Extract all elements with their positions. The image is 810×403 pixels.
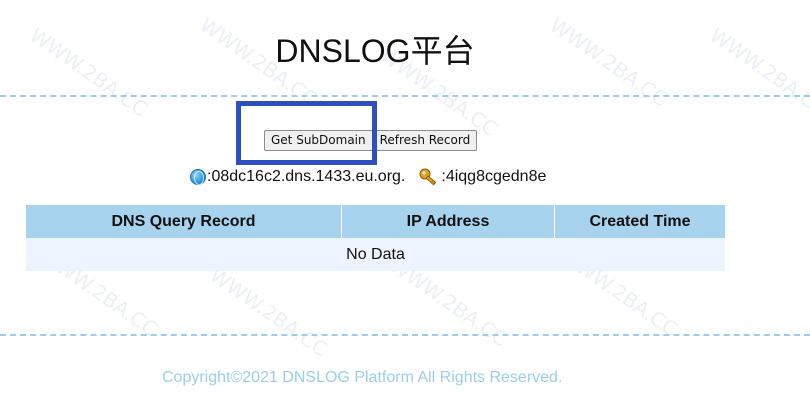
column-dns-query-record: DNS Query Record (26, 205, 342, 238)
watermark: WWW.2BA.CC (205, 262, 332, 362)
globe-icon (190, 169, 206, 185)
page-title: DNSLOG平台 (275, 33, 475, 69)
table-row: No Data (26, 238, 725, 271)
dns-records-table: DNS Query Record IP Address Created Time… (26, 205, 725, 271)
subdomain-info: :08dc16c2.dns.1433.eu.org. :4iqg8cgedn8e (190, 168, 546, 186)
subdomain-value: :08dc16c2.dns.1433.eu.org. (207, 168, 406, 185)
token-value: :4iqg8cgedn8e (441, 168, 547, 185)
refresh-record-button[interactable]: Refresh Record (372, 130, 478, 151)
button-row: Get SubDomain Refresh Record (264, 130, 478, 151)
divider-bottom (0, 334, 810, 336)
divider-top (0, 95, 810, 97)
column-created-time: Created Time (554, 205, 725, 238)
column-ip-address: IP Address (341, 205, 555, 238)
empty-state-text: No Data (26, 238, 725, 271)
get-subdomain-button[interactable]: Get SubDomain (264, 130, 373, 151)
key-icon (419, 168, 437, 186)
footer-copyright: Copyright©2021 DNSLOG Platform All Right… (162, 369, 563, 386)
table-header-row: DNS Query Record IP Address Created Time (26, 205, 725, 238)
